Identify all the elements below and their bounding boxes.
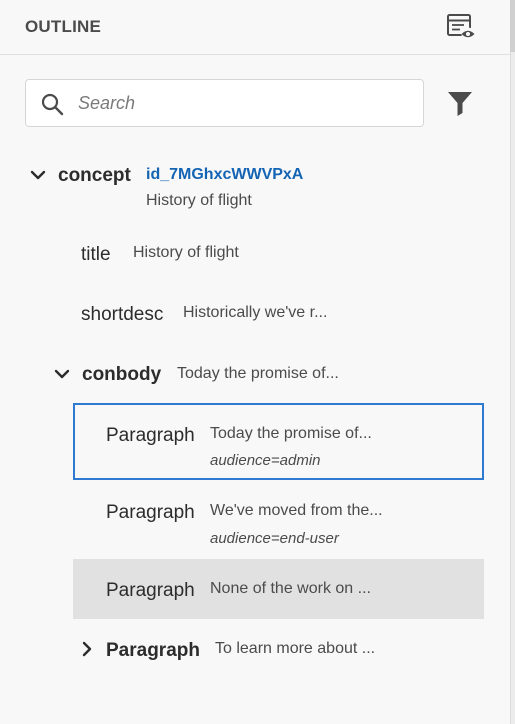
node-text-concept: History of flight	[146, 192, 252, 209]
node-attr-paragraph: audience=end-user	[210, 530, 339, 547]
node-text-shortdesc: Historically we've r...	[183, 304, 328, 321]
chevron-down-icon[interactable]	[53, 365, 71, 383]
node-text-conbody: Today the promise of...	[177, 365, 339, 382]
node-tag-paragraph[interactable]: Paragraph	[106, 502, 195, 524]
chevron-right-icon[interactable]	[78, 640, 96, 658]
node-tag-conbody[interactable]: conbody	[82, 364, 161, 386]
node-text-paragraph: None of the work on ...	[210, 580, 371, 597]
node-tag-paragraph[interactable]: Paragraph	[106, 425, 195, 447]
node-id-link[interactable]: id_7MGhxcWWVPxA	[146, 166, 303, 184]
search-icon	[41, 93, 64, 116]
chevron-down-icon[interactable]	[29, 166, 47, 184]
node-attr-paragraph: audience=admin	[210, 452, 321, 469]
node-tag-title[interactable]: title	[81, 244, 111, 266]
node-text-paragraph: Today the promise of...	[210, 425, 372, 442]
scrollbar-thumb[interactable]	[510, 0, 515, 52]
node-tag-paragraph[interactable]: Paragraph	[106, 580, 195, 602]
filter-icon[interactable]	[446, 89, 474, 117]
panel-title: OUTLINE	[25, 17, 102, 36]
node-tag-shortdesc[interactable]: shortdesc	[81, 304, 163, 326]
node-text-paragraph: We've moved from the...	[210, 502, 383, 519]
search-input[interactable]	[78, 90, 408, 116]
node-text-title: History of flight	[133, 244, 239, 261]
scrollbar-track[interactable]	[510, 0, 515, 724]
outline-panel: OUTLINE c	[0, 0, 515, 724]
node-text-paragraph: To learn more about ...	[215, 640, 376, 657]
node-tag-concept[interactable]: concept	[58, 165, 131, 187]
node-tag-paragraph[interactable]: Paragraph	[106, 640, 200, 662]
table-eye-icon[interactable]	[446, 12, 476, 42]
panel-header: OUTLINE	[0, 0, 510, 55]
search-box[interactable]	[25, 79, 424, 127]
